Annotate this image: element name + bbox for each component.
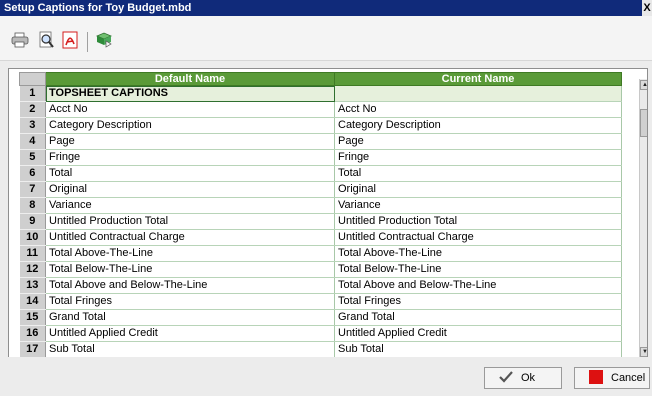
current-name-column-header[interactable]: Current Name [334,72,622,86]
default-name-cell[interactable]: Total [45,165,335,182]
vertical-scrollbar[interactable]: ▲ ▼ [639,79,647,357]
table-row[interactable]: 6 Total Total [19,165,622,182]
current-name-cell[interactable]: Total Above-The-Line [334,245,622,262]
default-name-cell[interactable]: Variance [45,197,335,214]
table-row[interactable]: 7 Original Original [19,181,622,198]
default-name-cell[interactable]: Untitled Applied Credit [45,325,335,342]
row-number[interactable]: 10 [19,229,46,246]
default-name-cell[interactable]: Total Below-The-Line [45,261,335,278]
default-name-cell[interactable]: Total Above and Below-The-Line [45,277,335,294]
table-row[interactable]: 5 Fringe Fringe [19,149,622,166]
current-name-cell[interactable]: Untitled Applied Credit [334,325,622,342]
ok-button[interactable]: Ok [484,367,562,389]
default-name-cell[interactable]: Acct No [45,101,335,118]
default-name-cell[interactable]: Total Fringes [45,293,335,310]
row-number[interactable]: 12 [19,261,46,278]
table-row[interactable]: 12 Total Below-The-Line Total Below-The-Li… [19,261,622,278]
row-number[interactable]: 17 [19,341,46,357]
grid-header-row: Default Name Current Name [19,72,622,86]
table-row[interactable]: 9 Untitled Production Total Untitled Produ… [19,213,622,230]
row-number[interactable]: 15 [19,309,46,326]
default-name-cell[interactable]: Total Above-The-Line [45,245,335,262]
cancel-button[interactable]: Cancel [574,367,650,389]
row-number[interactable]: 5 [19,149,46,166]
print-icon[interactable] [10,31,30,49]
table-row[interactable]: 4 Page Page [19,133,622,150]
scroll-thumb[interactable] [640,109,647,137]
current-name-cell[interactable]: Total [334,165,622,182]
current-name-cell[interactable] [334,85,622,102]
table-row[interactable]: 1 TOPSHEET CAPTIONS [19,85,622,102]
table-row[interactable]: 10 Untitled Contractual Charge Untitled Co… [19,229,622,246]
current-name-cell[interactable]: Untitled Production Total [334,213,622,230]
table-row[interactable]: 15 Grand Total Grand Total [19,309,622,326]
table-row[interactable]: 17 Sub Total Sub Total [19,341,622,357]
cancel-button-label: Cancel [611,372,646,384]
row-number[interactable]: 8 [19,197,46,214]
cancel-square-icon [589,369,603,387]
row-number[interactable]: 13 [19,277,46,294]
row-number[interactable]: 16 [19,325,46,342]
current-name-cell[interactable]: Total Above and Below-The-Line [334,277,622,294]
table-row[interactable]: 16 Untitled Applied Credit Untitled Applie… [19,325,622,342]
default-name-cell[interactable]: Original [45,181,335,198]
row-number[interactable]: 14 [19,293,46,310]
grid-area: Default Name Current Name 1 TOPSHEET CAPT… [0,61,652,358]
captions-grid: Default Name Current Name 1 TOPSHEET CAPT… [19,72,622,357]
current-name-cell[interactable]: Total Fringes [334,293,622,310]
default-name-cell[interactable]: Category Description [45,117,335,134]
scroll-up-arrow-icon[interactable]: ▲ [640,80,647,90]
table-row[interactable]: 13 Total Above and Below-The-Line Total Ab… [19,277,622,294]
toolbar-separator [87,32,88,52]
table-row[interactable]: 14 Total Fringes Total Fringes [19,293,622,310]
row-number[interactable]: 3 [19,117,46,134]
table-row[interactable]: 2 Acct No Acct No [19,101,622,118]
default-name-cell[interactable]: Untitled Contractual Charge [45,229,335,246]
close-button[interactable]: X [642,0,652,16]
dialog-footer: Ok Cancel [0,357,652,396]
default-name-cell[interactable]: Sub Total [45,341,335,357]
current-name-cell[interactable]: Total Below-The-Line [334,261,622,278]
window-title: Setup Captions for Toy Budget.mbd [4,2,192,14]
default-name-cell[interactable]: Fringe [45,149,335,166]
current-name-cell[interactable]: Sub Total [334,341,622,357]
default-name-cell[interactable]: Grand Total [45,309,335,326]
row-number[interactable]: 6 [19,165,46,182]
current-name-cell[interactable]: Category Description [334,117,622,134]
row-number[interactable]: 1 [19,85,46,102]
export-icon[interactable] [94,31,114,49]
current-name-cell[interactable]: Original [334,181,622,198]
table-row[interactable]: 3 Category Description Category Descriptio… [19,117,622,134]
row-number[interactable]: 7 [19,181,46,198]
title-bar: Setup Captions for Toy Budget.mbd X [0,0,652,16]
row-number[interactable]: 2 [19,101,46,118]
current-name-cell[interactable]: Grand Total [334,309,622,326]
row-number-header [19,72,46,86]
captions-grid-frame: Default Name Current Name 1 TOPSHEET CAPT… [8,68,648,358]
print-preview-icon[interactable] [36,31,56,49]
table-row[interactable]: 11 Total Above-The-Line Total Above-The-Li… [19,245,622,262]
scroll-down-arrow-icon[interactable]: ▼ [640,347,647,357]
row-number[interactable]: 11 [19,245,46,262]
default-name-column-header[interactable]: Default Name [45,72,335,86]
default-name-cell[interactable]: TOPSHEET CAPTIONS [45,85,335,102]
pdf-icon[interactable] [60,31,80,49]
current-name-cell[interactable]: Untitled Contractual Charge [334,229,622,246]
table-row[interactable]: 8 Variance Variance [19,197,622,214]
default-name-cell[interactable]: Page [45,133,335,150]
row-number[interactable]: 9 [19,213,46,230]
toolbar [0,16,652,61]
ok-check-icon [499,370,513,386]
current-name-cell[interactable]: Fringe [334,149,622,166]
row-number[interactable]: 4 [19,133,46,150]
ok-button-label: Ok [521,372,536,384]
default-name-cell[interactable]: Untitled Production Total [45,213,335,230]
current-name-cell[interactable]: Variance [334,197,622,214]
current-name-cell[interactable]: Page [334,133,622,150]
current-name-cell[interactable]: Acct No [334,101,622,118]
